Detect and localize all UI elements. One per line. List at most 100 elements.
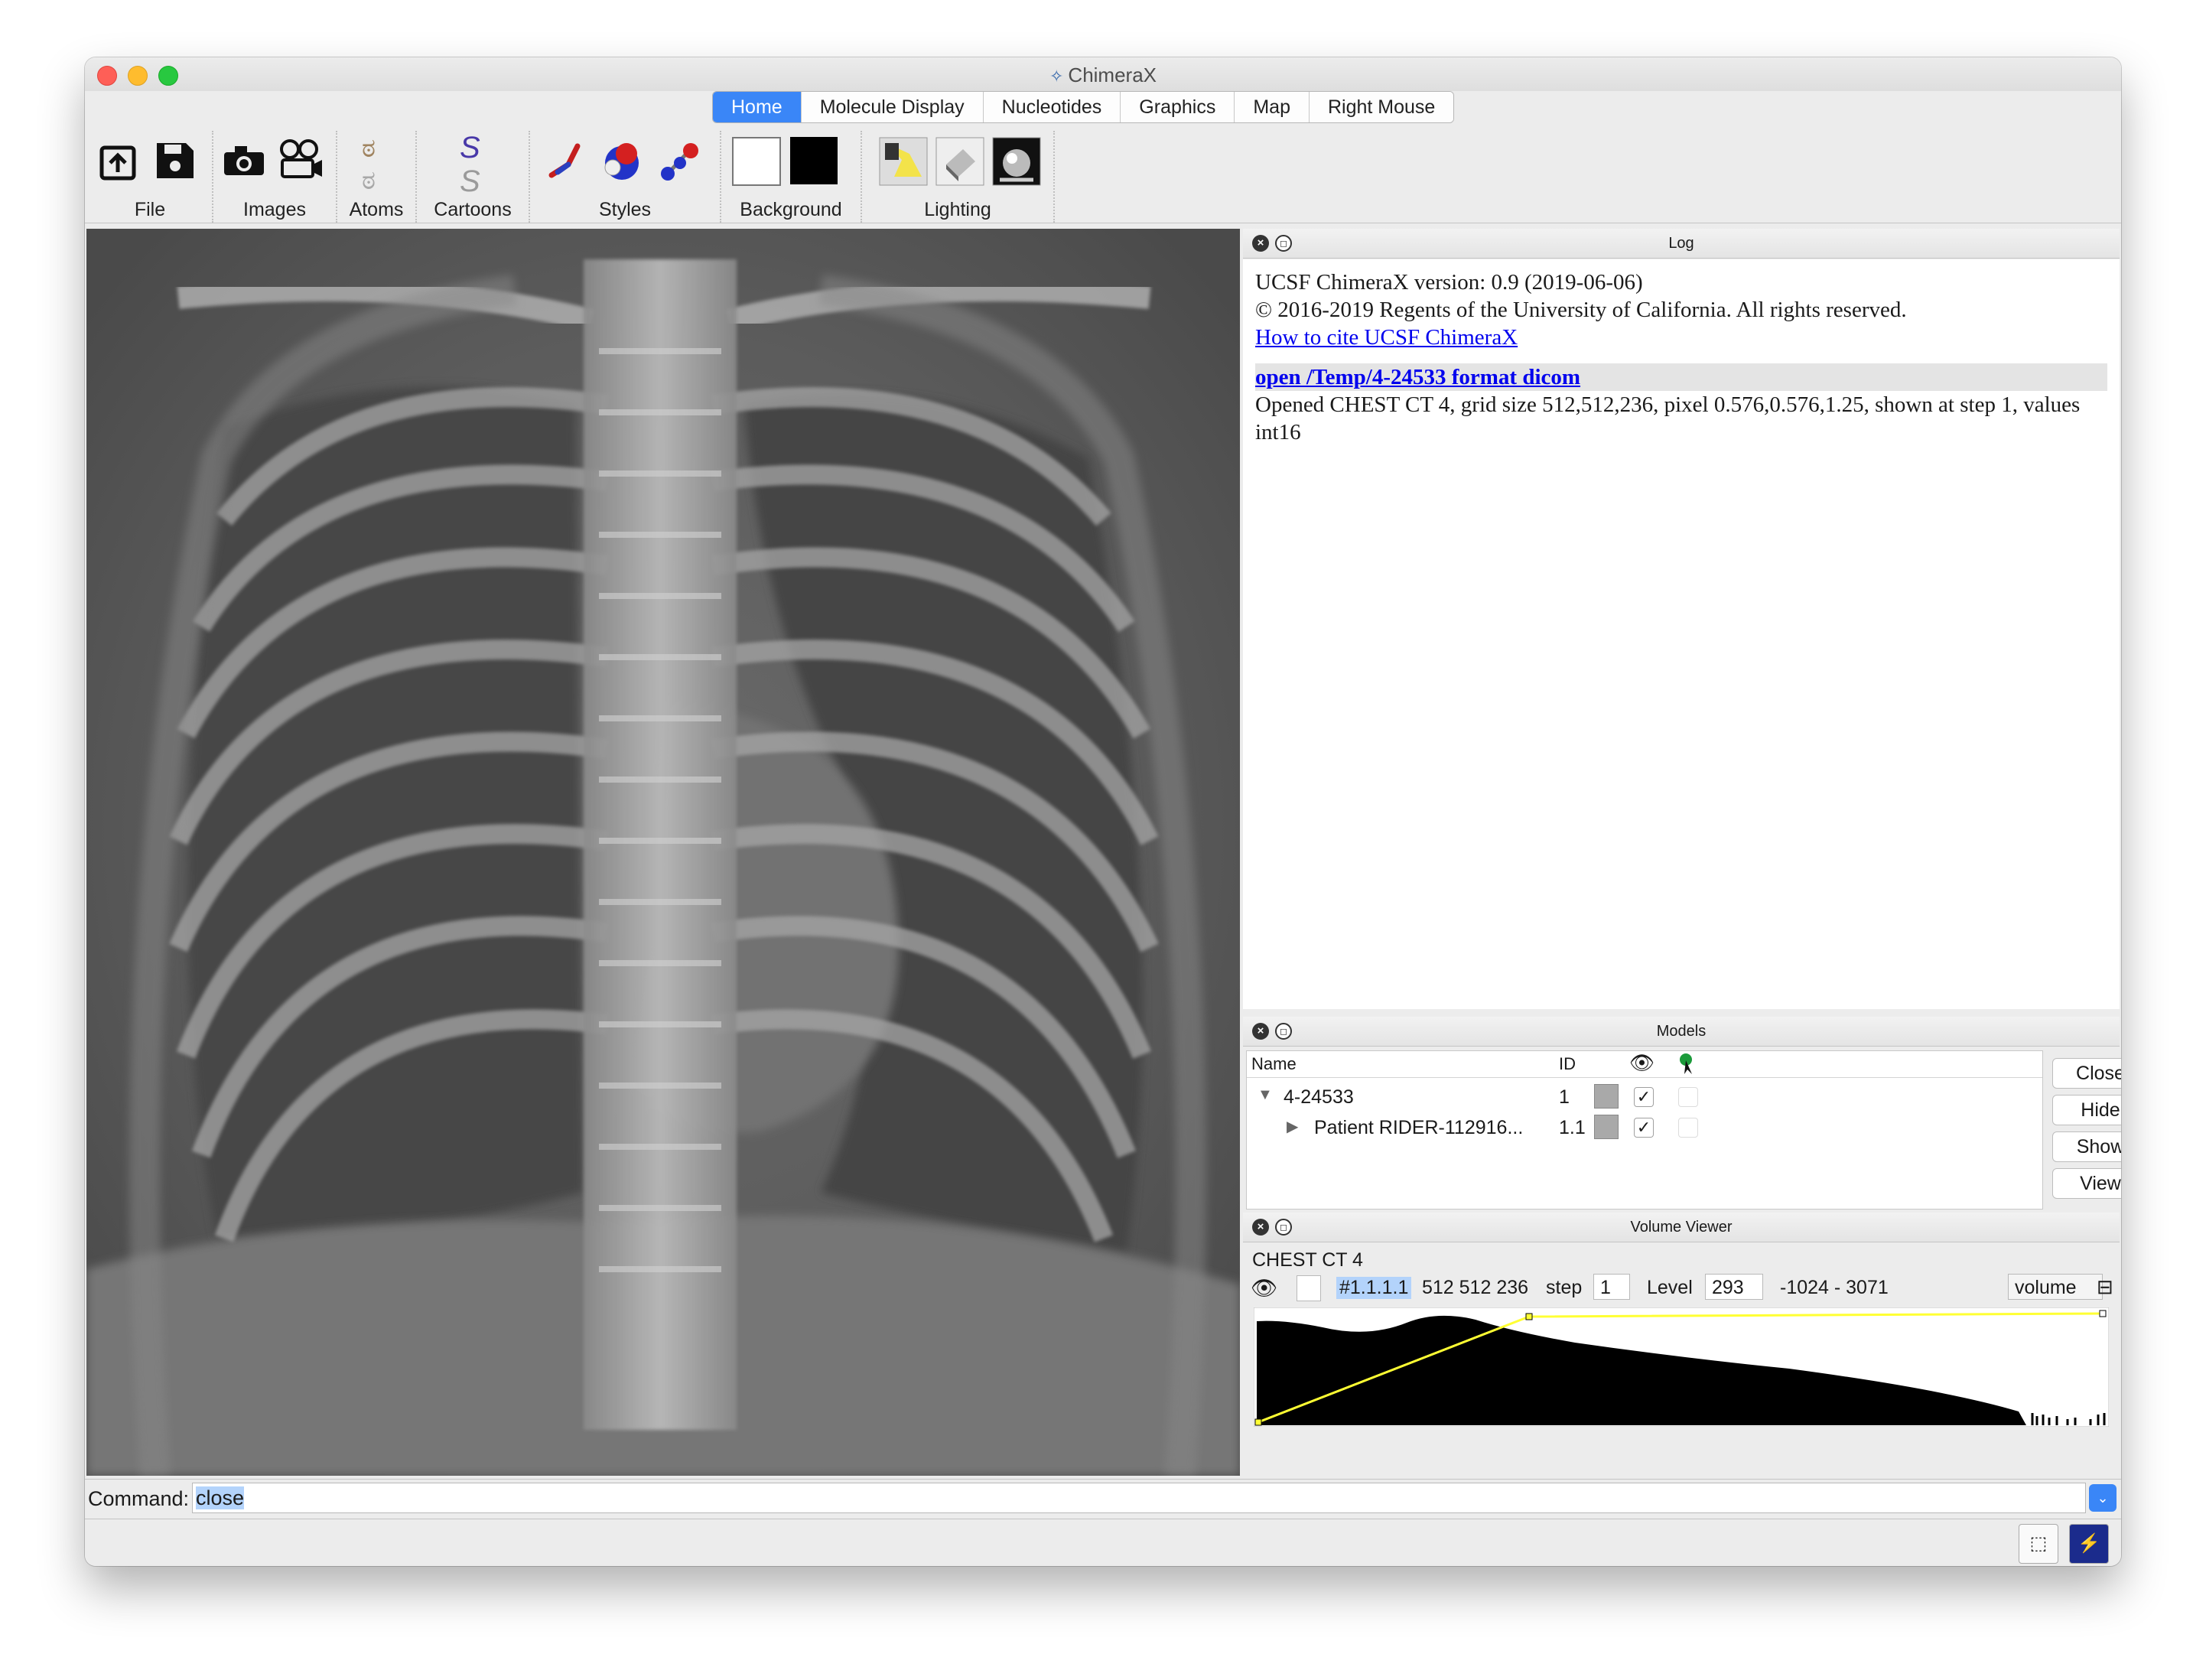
histogram[interactable]: [1254, 1307, 2109, 1427]
log-content: UCSF ChimeraX version: 0.9 (2019-06-06) …: [1243, 259, 2120, 1009]
tab-map[interactable]: Map: [1235, 92, 1310, 122]
black-background-button[interactable]: [790, 137, 838, 184]
eye-icon[interactable]: 👁: [1629, 1051, 1654, 1075]
map-visibility-eye-icon[interactable]: 👁: [1251, 1275, 1278, 1301]
select-checkbox[interactable]: [1678, 1118, 1698, 1138]
models-title: Models: [1656, 1023, 1707, 1040]
movie-camera-icon[interactable]: [276, 137, 325, 183]
map-color-swatch[interactable]: [1297, 1275, 1321, 1301]
tab-graphics[interactable]: Graphics: [1121, 92, 1235, 122]
style-menu[interactable]: volume: [2008, 1274, 2103, 1300]
graphics-view[interactable]: [86, 229, 1240, 1476]
copyright-line: © 2016-2019 Regents of the University of…: [1255, 298, 1907, 322]
value-range: -1024 - 3071: [1780, 1277, 1889, 1298]
cartoons-group: S S Cartoons: [417, 131, 530, 223]
model-id: 1.1: [1559, 1117, 1586, 1138]
panel-menu-icon[interactable]: ⊟: [2097, 1275, 2113, 1299]
window-title: ✧ ChimeraX: [85, 63, 2121, 87]
view-model-button[interactable]: View: [2052, 1168, 2121, 1199]
tab-home[interactable]: Home: [713, 92, 802, 122]
images-group: Images: [213, 131, 337, 223]
default-lighting-icon[interactable]: [879, 137, 928, 186]
cartoons-label: Cartoons: [434, 199, 512, 220]
column-id[interactable]: ID: [1559, 1054, 1576, 1074]
log-command-link[interactable]: open /Temp/4-24533 format dicom: [1255, 365, 1580, 389]
model-row[interactable]: ▶ Patient RIDER-112916... 1.1 ✓: [1247, 1112, 2042, 1143]
map-name: CHEST CT 4: [1252, 1249, 1363, 1271]
hide-cartoons-icon[interactable]: S: [460, 164, 480, 199]
toolbar-tabs: Home Molecule Display Nucleotides Graphi…: [712, 91, 1455, 123]
shown-checkbox[interactable]: ✓: [1634, 1087, 1654, 1107]
stick-style-icon[interactable]: [547, 142, 585, 183]
right-lung: [187, 386, 584, 1239]
volume-viewer-title: Volume Viewer: [1630, 1219, 1733, 1236]
hide-model-button[interactable]: Hide: [2052, 1095, 2121, 1125]
model-color-swatch[interactable]: [1594, 1115, 1619, 1139]
file-group: File: [88, 131, 213, 223]
volume-viewer-body: CHEST CT 4 👁 #1.1.1.1 512 512 236 step 1…: [1243, 1243, 2120, 1476]
threshold-node[interactable]: [1525, 1313, 1533, 1320]
white-background-button[interactable]: [732, 137, 781, 186]
chimerax-logo-icon: ✧: [1049, 67, 1064, 86]
model-name: Patient RIDER-112916...: [1314, 1117, 1524, 1138]
full-lighting-icon[interactable]: [992, 137, 1041, 186]
threshold-node[interactable]: [1254, 1418, 1262, 1426]
select-region-icon[interactable]: ⬚: [2019, 1524, 2058, 1564]
command-text: close: [196, 1486, 245, 1509]
background-label: Background: [740, 199, 842, 220]
models-table: Name ID 👁 ▼ 4-24533 1 ✓ ▶ Patient RIDER-…: [1246, 1050, 2043, 1210]
select-checkbox[interactable]: [1678, 1087, 1698, 1107]
log-panel: × ◻ Log UCSF ChimeraX version: 0.9 (2019…: [1243, 229, 2120, 1009]
collapse-icon[interactable]: ▼: [1258, 1086, 1273, 1104]
threshold-node[interactable]: [2099, 1310, 2107, 1317]
map-grid-size: 512 512 236: [1422, 1277, 1529, 1298]
log-header: × ◻ Log: [1243, 229, 2120, 259]
graphics-update-icon[interactable]: ⚡: [2069, 1524, 2109, 1564]
images-label: Images: [243, 199, 306, 220]
level-label: Level: [1647, 1277, 1693, 1298]
close-model-button[interactable]: Close: [2052, 1058, 2121, 1089]
log-result: Opened CHEST CT 4, grid size 512,512,236…: [1255, 392, 2081, 444]
simple-lighting-icon[interactable]: [935, 137, 984, 186]
open-file-icon[interactable]: [97, 140, 140, 183]
atoms-group: ಠ ಠ Atoms: [337, 131, 417, 223]
model-color-swatch[interactable]: [1594, 1084, 1619, 1109]
background-group: Background: [721, 131, 862, 223]
atoms-label: Atoms: [349, 199, 404, 220]
command-history-dropdown-icon[interactable]: ⌄: [2089, 1484, 2117, 1512]
map-id[interactable]: #1.1.1.1: [1336, 1277, 1412, 1299]
save-file-icon[interactable]: [154, 138, 197, 181]
models-header: × ◻ Models: [1243, 1017, 2120, 1047]
expand-icon[interactable]: ▶: [1287, 1117, 1298, 1136]
volume-viewer-header: × ◻ Volume Viewer: [1243, 1213, 2120, 1242]
shown-checkbox[interactable]: ✓: [1634, 1118, 1654, 1138]
step-label: step: [1546, 1277, 1583, 1298]
show-model-button[interactable]: Show: [2052, 1131, 2121, 1162]
model-row[interactable]: ▼ 4-24533 1 ✓: [1247, 1082, 2042, 1112]
column-name[interactable]: Name: [1251, 1054, 1297, 1074]
ball-stick-style-icon[interactable]: [659, 140, 701, 183]
command-input[interactable]: close: [192, 1483, 2086, 1513]
home-toolbar: File Images ಠ ಠ Atoms S S Cartoons Style…: [85, 131, 2121, 223]
select-marker-icon[interactable]: [1678, 1053, 1697, 1076]
step-field[interactable]: 1: [1593, 1274, 1630, 1300]
model-name: 4-24533: [1284, 1086, 1354, 1108]
status-bar: ⬚ ⚡: [85, 1519, 2121, 1566]
styles-group: Styles: [530, 131, 721, 223]
show-atoms-icon[interactable]: ಠ: [362, 134, 376, 164]
camera-icon[interactable]: [221, 142, 267, 180]
show-cartoons-icon[interactable]: S: [460, 131, 480, 165]
lighting-label: Lighting: [924, 199, 991, 220]
lighting-group: Lighting: [862, 131, 1055, 223]
tab-right-mouse[interactable]: Right Mouse: [1309, 92, 1454, 122]
level-field[interactable]: 293: [1705, 1274, 1763, 1300]
hide-atoms-icon[interactable]: ಠ: [362, 166, 376, 196]
tab-nucleotides[interactable]: Nucleotides: [983, 92, 1121, 122]
sphere-style-icon[interactable]: [599, 140, 642, 183]
spine: [584, 259, 737, 1430]
log-title: Log: [1668, 235, 1694, 252]
title-bar: ✧ ChimeraX: [85, 57, 2121, 91]
tab-molecule-display[interactable]: Molecule Display: [801, 92, 984, 122]
cite-link[interactable]: How to cite UCSF ChimeraX: [1255, 325, 1518, 350]
chimerax-window: ✧ ChimeraX Home Molecule Display Nucleoti…: [85, 57, 2121, 1566]
